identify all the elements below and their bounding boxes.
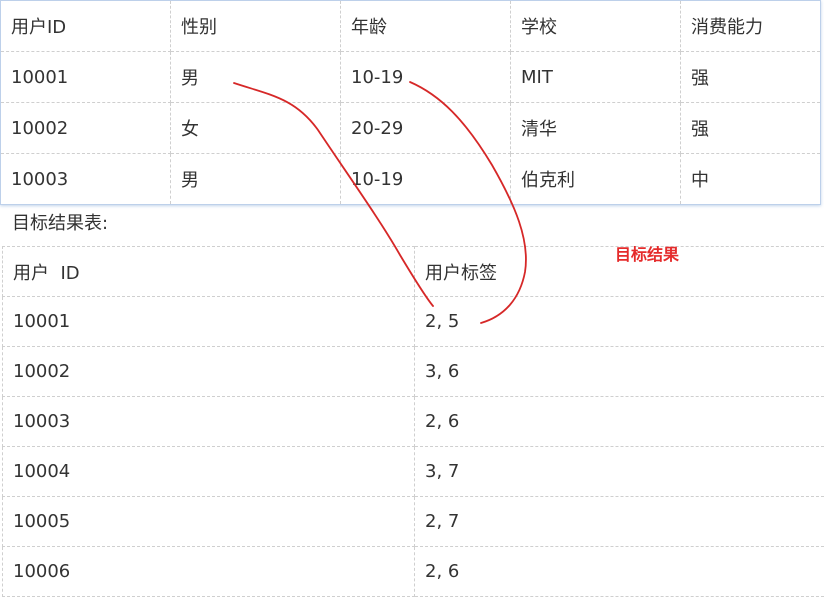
cell-age: 10-19 bbox=[340, 153, 511, 205]
table-row: 10003 2, 6 bbox=[2, 396, 824, 447]
cell-user-tags: 2, 7 bbox=[414, 496, 824, 547]
cell-user-tags: 2, 5 bbox=[414, 296, 824, 347]
cell-user-id: 10001 bbox=[2, 296, 415, 347]
column-header-age: 年龄 bbox=[340, 0, 511, 52]
cell-user-tags: 2, 6 bbox=[414, 546, 824, 597]
table-row: 10002 女 20-29 清华 强 bbox=[0, 102, 821, 154]
cell-user-id: 10001 bbox=[0, 51, 171, 103]
cell-user-tags: 3, 6 bbox=[414, 346, 824, 397]
cell-gender: 男 bbox=[170, 51, 341, 103]
cell-school: 伯克利 bbox=[510, 153, 681, 205]
result-table-caption: 目标结果表: bbox=[12, 213, 109, 234]
result-table: 用户 ID 用户标签 10001 2, 5 10002 3, 6 10003 2… bbox=[2, 246, 824, 597]
table-header-row: 用户ID 性别 年龄 学校 消费能力 bbox=[0, 0, 821, 52]
table-row: 10004 3, 7 bbox=[2, 446, 824, 497]
target-result-annotation: 目标结果 bbox=[615, 245, 680, 264]
cell-user-tags: 3, 7 bbox=[414, 446, 824, 497]
cell-spending-power: 强 bbox=[680, 102, 821, 154]
cell-gender: 男 bbox=[170, 153, 341, 205]
column-header-school: 学校 bbox=[510, 0, 681, 52]
cell-school: MIT bbox=[510, 51, 681, 103]
table-row: 10006 2, 6 bbox=[2, 546, 824, 597]
cell-age: 20-29 bbox=[340, 102, 511, 154]
column-header-user-id: 用户 ID bbox=[2, 246, 415, 297]
cell-age: 10-19 bbox=[340, 51, 511, 103]
table-header-row: 用户 ID 用户标签 bbox=[2, 246, 824, 297]
table-row: 10003 男 10-19 伯克利 中 bbox=[0, 153, 821, 205]
cell-spending-power: 中 bbox=[680, 153, 821, 205]
cell-gender: 女 bbox=[170, 102, 341, 154]
cell-school: 清华 bbox=[510, 102, 681, 154]
cell-user-id: 10003 bbox=[2, 396, 415, 447]
column-header-user-id: 用户ID bbox=[0, 0, 171, 52]
table-row: 10001 男 10-19 MIT 强 bbox=[0, 51, 821, 103]
cell-user-id: 10005 bbox=[2, 496, 415, 547]
cell-user-tags: 2, 6 bbox=[414, 396, 824, 447]
cell-user-id: 10002 bbox=[0, 102, 171, 154]
table-row: 10002 3, 6 bbox=[2, 346, 824, 397]
cell-spending-power: 强 bbox=[680, 51, 821, 103]
table-row: 10001 2, 5 bbox=[2, 296, 824, 347]
cell-user-id: 10003 bbox=[0, 153, 171, 205]
cell-user-id: 10006 bbox=[2, 546, 415, 597]
source-table: 用户ID 性别 年龄 学校 消费能力 10001 男 10-19 MIT 强 1… bbox=[0, 0, 821, 205]
column-header-gender: 性别 bbox=[170, 0, 341, 52]
cell-user-id: 10004 bbox=[2, 446, 415, 497]
cell-user-id: 10002 bbox=[2, 346, 415, 397]
column-header-spending-power: 消费能力 bbox=[680, 0, 821, 52]
table-row: 10005 2, 7 bbox=[2, 496, 824, 547]
